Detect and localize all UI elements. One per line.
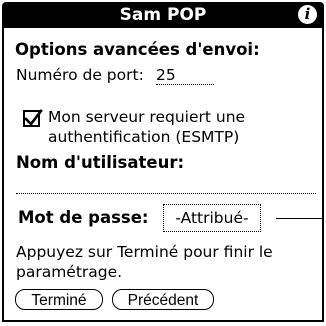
window-title: Sam POP xyxy=(119,5,207,25)
options-heading: Options avancées d'envoi: xyxy=(15,40,260,59)
password-label: Mot de passe: xyxy=(18,208,149,227)
port-label: Numéro de port: xyxy=(16,66,144,84)
username-label: Nom d'utilisateur: xyxy=(16,153,185,172)
title-bar: Sam POP i xyxy=(2,2,324,28)
instruction-line2: paramétrage. xyxy=(16,263,123,281)
username-input-underline xyxy=(16,193,316,194)
previous-button[interactable]: Précédent xyxy=(112,289,214,310)
instruction-line1: Appuyez sur Terminé pour finir le xyxy=(16,243,273,261)
username-input[interactable] xyxy=(16,173,316,191)
done-button[interactable]: Terminé xyxy=(15,289,103,310)
port-input[interactable]: 25 xyxy=(156,66,214,85)
auth-checkbox-label-line1[interactable]: Mon serveur requiert une xyxy=(48,107,245,127)
auth-checkbox[interactable] xyxy=(23,109,43,127)
auth-checkbox-label-line2[interactable]: authentification (ESMTP) xyxy=(48,127,239,147)
password-selector[interactable]: -Attribué- xyxy=(163,204,261,232)
password-leader-line xyxy=(276,218,322,219)
info-icon[interactable]: i xyxy=(298,5,317,24)
checkmark-icon xyxy=(24,109,43,126)
